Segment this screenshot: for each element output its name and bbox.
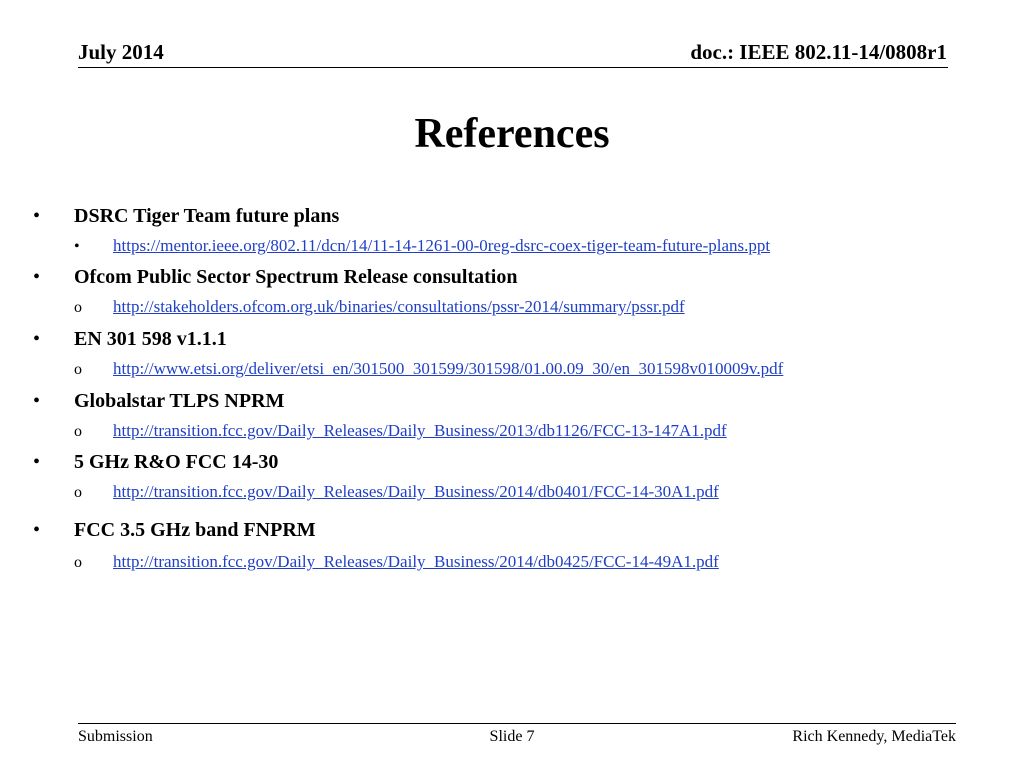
reference-link[interactable]: http://transition.fcc.gov/Daily_Releases… — [113, 482, 719, 502]
footer-author: Rich Kennedy, MediaTek — [792, 728, 956, 745]
reference-title: Ofcom Public Sector Spectrum Release con… — [74, 266, 518, 288]
sub-bullet: o — [74, 423, 82, 440]
reference-link[interactable]: http://www.etsi.org/deliver/etsi_en/3015… — [113, 359, 783, 379]
bullet: • — [33, 451, 41, 473]
reference-title: DSRC Tiger Team future plans — [74, 205, 340, 227]
reference-link[interactable]: http://transition.fcc.gov/Daily_Releases… — [113, 552, 719, 572]
sub-bullet: • — [74, 238, 80, 255]
sub-bullet: o — [74, 299, 82, 316]
sub-bullet: o — [74, 484, 82, 501]
reference-title: 5 GHz R&O FCC 14-30 — [74, 451, 279, 473]
bullet: • — [33, 519, 41, 541]
reference-link[interactable]: http://stakeholders.ofcom.org.uk/binarie… — [113, 297, 685, 317]
bullet: • — [33, 390, 41, 412]
reference-title: FCC 3.5 GHz band FNPRM — [74, 519, 316, 541]
header-date: July 2014 — [78, 40, 164, 64]
reference-link[interactable]: http://transition.fcc.gov/Daily_Releases… — [113, 421, 727, 441]
bullet: • — [33, 266, 41, 288]
header-divider — [78, 67, 948, 68]
footer-divider — [78, 723, 956, 724]
sub-bullet: o — [74, 361, 82, 378]
slide-title: References — [414, 111, 610, 157]
sub-bullet: o — [74, 554, 82, 571]
bullet: • — [33, 205, 41, 227]
reference-title: Globalstar TLPS NPRM — [74, 390, 285, 412]
reference-title: EN 301 598 v1.1.1 — [74, 328, 227, 350]
header-doc-id: doc.: IEEE 802.11-14/0808r1 — [690, 40, 947, 64]
reference-link[interactable]: https://mentor.ieee.org/802.11/dcn/14/11… — [113, 236, 770, 256]
bullet: • — [33, 328, 41, 350]
